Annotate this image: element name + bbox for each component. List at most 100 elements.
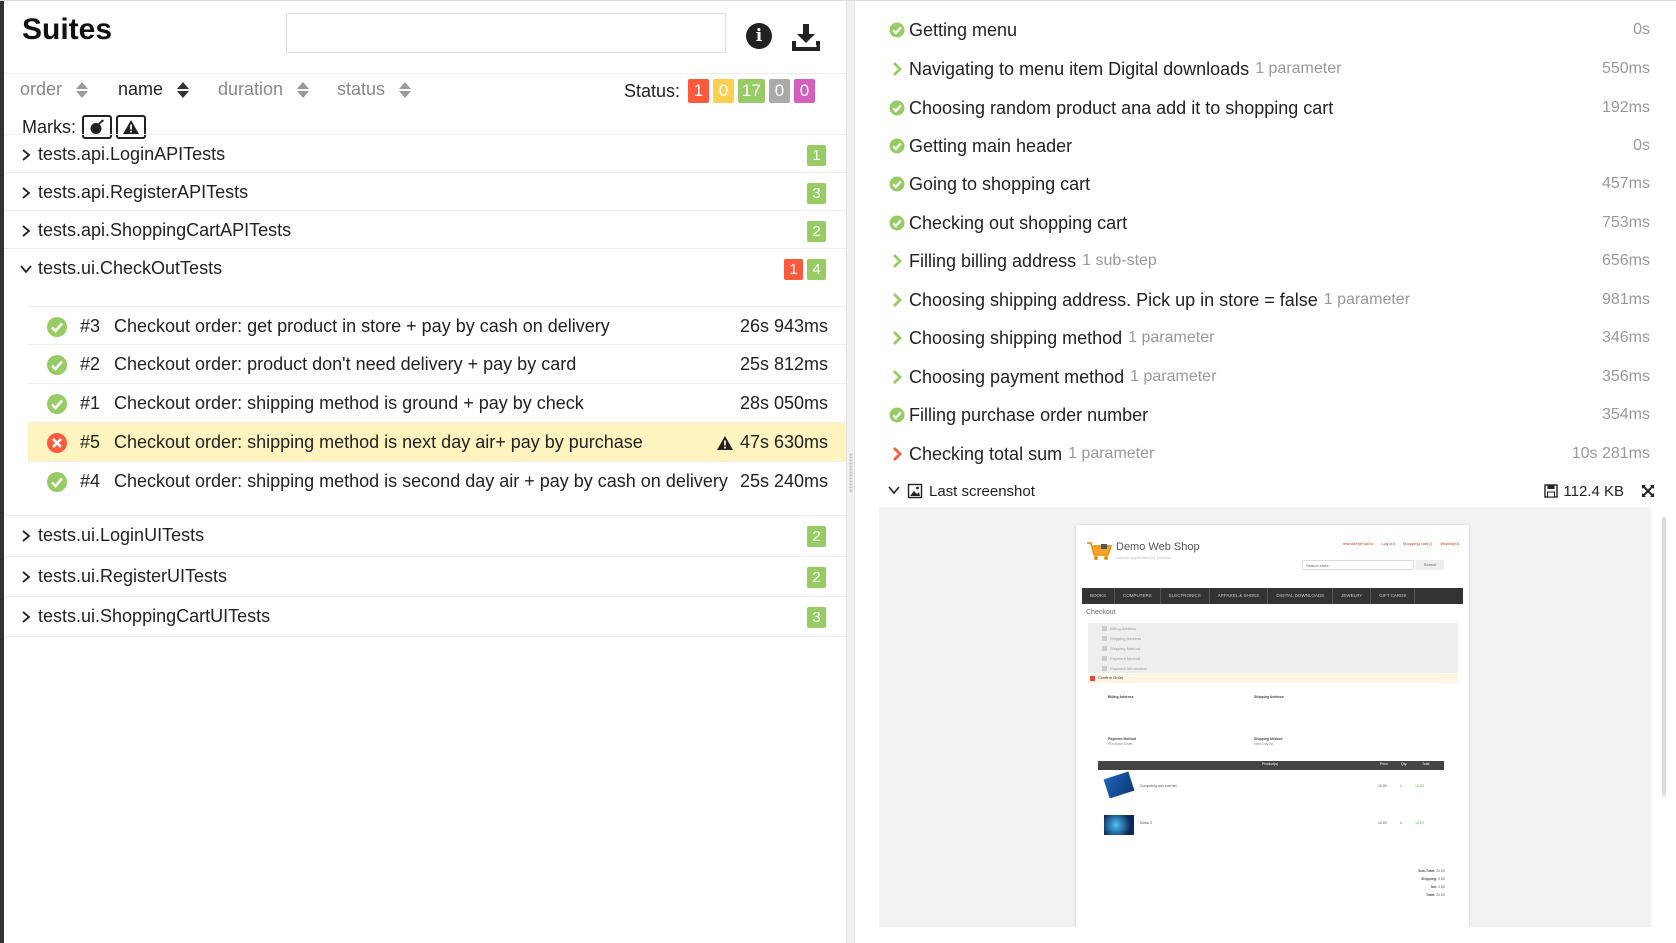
step-name: Going to shopping cart [909, 173, 1091, 194]
chevron-right-passed-icon [888, 252, 906, 270]
step-name: Filling billing address [909, 250, 1077, 271]
expand-icon[interactable] [1640, 483, 1656, 499]
step-name: Getting menu [909, 19, 1018, 40]
shop-total-label: Tax: [1430, 885, 1438, 889]
shop-confirm-label: Confirm Order [1098, 675, 1124, 680]
search-input[interactable] [286, 13, 726, 53]
step-row: Checking out shopping cart 753ms [855, 204, 1676, 242]
sort-duration-label: duration [218, 79, 284, 99]
step-duration: 356ms [1601, 368, 1650, 385]
test-row[interactable]: #4 Checkout order: shipping method is se… [28, 461, 846, 501]
shop-cart-logo-icon [1087, 542, 1112, 560]
step-name: Checking total sum [909, 443, 1063, 464]
shop-menu: BOOKS COMPUTERS ELECTRONICS APPAREL & SH… [1082, 588, 1463, 604]
test-row-selected[interactable]: #5 Checkout order: shipping method is ne… [28, 422, 846, 462]
screenshot-scrollbar[interactable] [1662, 517, 1666, 797]
shop-header-links: testuser@mail.ru Log out Shopping cart(1… [1343, 541, 1459, 546]
step-row-failed[interactable]: Checking total sum 1 parameter 10s 281ms [855, 435, 1676, 473]
sort-arrows-icon [76, 81, 89, 98]
step-row[interactable]: Choosing shipping method 1 parameter 346… [855, 319, 1676, 357]
suite-row[interactable]: tests.api.LoginAPITests 1 [4, 134, 846, 174]
test-row[interactable]: #1 Checkout order: shipping method is gr… [28, 383, 846, 423]
shop-logo-text: Demo Web Shop [1116, 541, 1200, 553]
shop-search-button: Search [1416, 560, 1444, 570]
passed-check-icon [47, 471, 67, 492]
step-row[interactable]: Choosing shipping address. Pick up in st… [855, 281, 1676, 319]
shop-menu-item: BOOKS [1082, 588, 1116, 604]
failed-x-icon [47, 432, 67, 453]
shop-product-price: 10.00 [1378, 821, 1387, 825]
test-duration-text: 25s 812ms [739, 354, 828, 374]
suite-row[interactable]: tests.api.RegisterAPITests 3 [4, 172, 846, 212]
test-order: #2 [80, 354, 101, 374]
shop-total-line: Tax: 0.00 [1430, 885, 1445, 889]
test-name: Checkout order: shipping method is groun… [114, 393, 584, 413]
test-order: #3 [80, 316, 101, 336]
attachment-row[interactable]: Last screenshot 112.4 KB [855, 477, 1676, 505]
passed-check-icon [47, 354, 67, 375]
status-passed-toggle[interactable]: 17 [738, 79, 765, 103]
suite-row[interactable]: tests.ui.ShoppingCartUITests 3 [4, 596, 846, 636]
image-file-icon [907, 483, 923, 499]
shop-total-value: 20.00 [1436, 893, 1445, 897]
status-skipped-toggle[interactable]: 0 [768, 79, 790, 103]
step-extra: 1 parameter [1068, 445, 1155, 462]
test-row[interactable]: #2 Checkout order: product don't need de… [28, 344, 846, 384]
step-row[interactable]: Navigating to menu item Digital download… [855, 50, 1676, 88]
sort-order[interactable]: order [20, 79, 89, 100]
shop-total-label: Shipping: [1421, 877, 1438, 881]
shop-product-name: Computing and Internet [1140, 784, 1177, 788]
drag-handle-icon[interactable] [849, 453, 853, 493]
shop-total-label: Sub-Total: [1418, 869, 1436, 873]
download-icon[interactable] [790, 21, 822, 53]
test-row[interactable]: #3 Checkout order: get product in store … [28, 306, 846, 346]
step-duration: 457ms [1601, 175, 1650, 192]
status-failed-toggle[interactable]: 1 [688, 79, 709, 103]
allure-report-app: Suites i order name duration status Stat… [0, 0, 1676, 943]
sort-name-label: name [118, 79, 164, 99]
step-name: Choosing payment method [909, 366, 1125, 387]
suite-counts: 2 [807, 526, 826, 547]
step-name: Filling purchase order number [909, 404, 1149, 425]
suite-name: tests.api.RegisterAPITests [38, 182, 249, 202]
shop-product-qty: 1 [1400, 821, 1402, 825]
shop-search-box: Search store [1302, 560, 1414, 570]
shop-total-value: 0.00 [1438, 877, 1445, 881]
shop-checkout-step: Shipping Address [1102, 636, 1141, 641]
suite-row[interactable]: tests.ui.RegisterUITests 2 [4, 556, 846, 596]
shop-menu-item: ELECTRONICS [1161, 588, 1210, 604]
sort-status[interactable]: status [337, 79, 412, 100]
step-row[interactable]: Filling billing address 1 sub-step 656ms [855, 242, 1676, 280]
shop-shipping-method-title: Shipping Method [1254, 737, 1283, 741]
status-broken-toggle[interactable]: 0 [713, 79, 734, 103]
info-icon[interactable]: i [746, 23, 772, 49]
status-filter: 1 0 17 0 0 [688, 79, 815, 103]
suite-row[interactable]: tests.api.ShoppingCartAPITests 2 [4, 210, 846, 250]
status-label: Status: [624, 81, 681, 101]
shop-link: Wishlist(0) [1440, 541, 1459, 546]
shop-payment-title: Payment Method [1108, 737, 1137, 741]
sort-arrows-icon [177, 81, 190, 98]
shop-checkout-steps: Billing Address Shipping Address Shippin… [1088, 623, 1458, 673]
test-order: #4 [80, 471, 101, 491]
shop-product-qty: 1 [1400, 784, 1402, 788]
shop-payment-method: Payment Method Purchase Order [1108, 737, 1136, 747]
step-name: Checking out shopping cart [909, 212, 1128, 233]
pane-splitter[interactable] [846, 1, 855, 943]
suite-name: tests.ui.ShoppingCartUITests [38, 606, 271, 626]
sort-arrows-icon [297, 81, 310, 98]
step-row[interactable]: Choosing payment method 1 parameter 356m… [855, 358, 1676, 396]
suite-row[interactable]: tests.ui.LoginUITests 2 [4, 515, 846, 555]
test-duration-text: 28s 050ms [739, 393, 828, 413]
shop-menu-item: COMPUTERS [1115, 588, 1161, 604]
sort-duration[interactable]: duration [218, 79, 310, 100]
shop-checkout-step: Billing Address [1102, 626, 1136, 631]
suite-row-expanded[interactable]: tests.ui.CheckOutTests 1 4 [4, 248, 846, 288]
status-unknown-toggle[interactable]: 0 [793, 79, 815, 103]
sort-name[interactable]: name [118, 79, 190, 100]
failed-count-badge: 1 [784, 259, 803, 280]
passed-count-badge: 2 [807, 526, 826, 547]
shop-product-total: 10.00 [1415, 821, 1424, 825]
chevron-right-passed-icon [888, 329, 906, 347]
chevron-right-icon [16, 148, 36, 162]
